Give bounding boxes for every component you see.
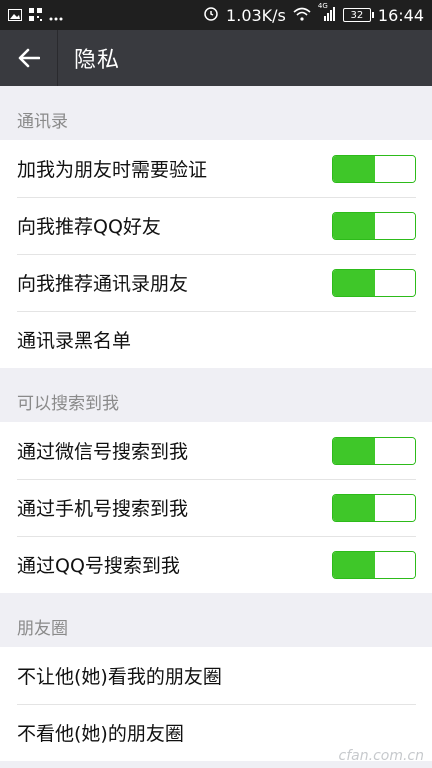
contacts-list: 加我为朋友时需要验证 向我推荐QQ好友 向我推荐通讯录朋友 通讯录黑名单 (0, 140, 432, 368)
setting-recommend-contacts[interactable]: 向我推荐通讯录朋友 (0, 254, 432, 311)
toggle-switch[interactable] (332, 550, 416, 579)
app-bar: 隐私 (0, 30, 432, 86)
battery-level: 32 (350, 9, 364, 21)
image-notification-icon (8, 6, 22, 25)
toggle-on-part (333, 437, 375, 464)
moments-list: 不让他(她)看我的朋友圈 不看他(她)的朋友圈 (0, 647, 432, 761)
toggle-on-part (333, 551, 375, 578)
toggle-switch[interactable] (332, 268, 416, 297)
toggle-switch[interactable] (332, 211, 416, 240)
status-left (8, 6, 63, 25)
setting-label: 通过微信号搜索到我 (17, 441, 189, 463)
toggle-off-part (375, 494, 415, 521)
network-speed: 1.03K/s (226, 5, 286, 25)
back-button[interactable] (0, 30, 58, 86)
section-header-contacts: 通讯录 (17, 112, 68, 132)
section-header-moments: 朋友圈 (17, 619, 68, 639)
more-notifications-icon (49, 6, 63, 25)
toggle-off-part (375, 551, 415, 578)
section-header-searchable: 可以搜索到我 (17, 394, 119, 414)
toggle-on-part (333, 155, 375, 182)
toggle-on-part (333, 212, 375, 239)
setting-label: 加我为朋友时需要验证 (17, 159, 208, 181)
setting-search-by-phone[interactable]: 通过手机号搜索到我 (0, 479, 432, 536)
toggle-off-part (375, 437, 415, 464)
toggle-off-part (375, 269, 415, 296)
setting-hide-my-moments[interactable]: 不让他(她)看我的朋友圈 (0, 647, 432, 704)
status-bar: 1.03K/s 4G 32 16:44 (0, 0, 432, 30)
setting-search-by-qq[interactable]: 通过QQ号搜索到我 (0, 536, 432, 593)
battery-icon: 32 (342, 8, 374, 22)
setting-contacts-blacklist[interactable]: 通讯录黑名单 (0, 311, 432, 368)
wifi-icon (293, 6, 311, 25)
toggle-switch[interactable] (332, 493, 416, 522)
clock: 16:44 (377, 5, 424, 25)
page-title: 隐私 (74, 48, 121, 73)
watermark: cfan.com.cn (338, 748, 424, 764)
toggle-off-part (375, 155, 415, 182)
toggle-on-part (333, 494, 375, 521)
toggle-switch[interactable] (332, 436, 416, 465)
toggle-on-part (333, 269, 375, 296)
setting-label: 向我推荐通讯录朋友 (17, 273, 189, 295)
setting-search-by-wechat-id[interactable]: 通过微信号搜索到我 (0, 422, 432, 479)
cellular-signal-icon: 4G (318, 2, 336, 25)
setting-label: 不让他(她)看我的朋友圈 (17, 666, 222, 688)
toggle-switch[interactable] (332, 154, 416, 183)
qr-code-icon (29, 6, 42, 25)
setting-require-verification[interactable]: 加我为朋友时需要验证 (0, 140, 432, 197)
alarm-icon (203, 5, 219, 25)
setting-label: 通过手机号搜索到我 (17, 498, 189, 520)
network-type: 4G (317, 1, 328, 10)
setting-label: 向我推荐QQ好友 (17, 216, 161, 238)
setting-label: 不看他(她)的朋友圈 (17, 723, 184, 745)
status-right: 1.03K/s 4G 32 16:44 (203, 2, 424, 25)
toggle-off-part (375, 212, 415, 239)
setting-label: 通过QQ号搜索到我 (17, 555, 180, 577)
searchable-list: 通过微信号搜索到我 通过手机号搜索到我 通过QQ号搜索到我 (0, 422, 432, 593)
setting-label: 通讯录黑名单 (17, 330, 132, 352)
back-arrow-icon (18, 48, 40, 68)
setting-recommend-qq-friends[interactable]: 向我推荐QQ好友 (0, 197, 432, 254)
